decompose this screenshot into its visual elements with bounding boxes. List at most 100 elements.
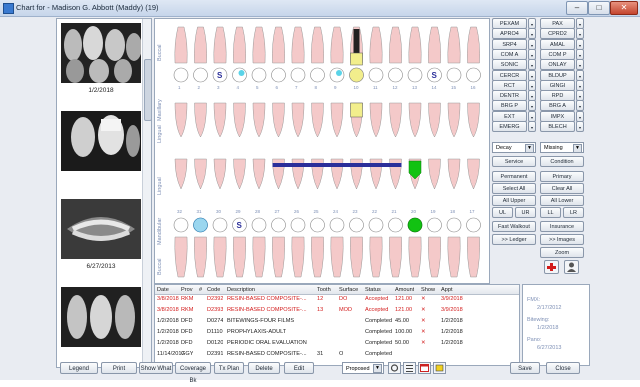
proc-button-blech[interactable]: BLECH	[540, 121, 575, 132]
column-header-prov[interactable]: Prov	[181, 287, 193, 293]
minimize-button[interactable]: –	[566, 1, 588, 15]
tooth-chart[interactable]: 1 32 2 31 3 30 4 29 5 28 6 27 7 26 8 25 9 24 10 23 11 22 12 21 1…	[154, 18, 490, 284]
proc-button-brg-a[interactable]: BRG A	[540, 100, 575, 112]
tooth-number: 4	[237, 85, 240, 90]
xray-image[interactable]	[61, 111, 141, 171]
calendar-icon[interactable]	[418, 362, 431, 374]
condition-button[interactable]: Condition	[540, 156, 584, 167]
cell-code: D0120	[207, 340, 224, 346]
proc-button-srp4[interactable]: SRP4	[492, 38, 527, 50]
column-header-amount[interactable]: Amount	[395, 287, 414, 293]
table-row[interactable]: 1/2/2018 DFD D0274 BITEWINGS-FOUR FILMS Comp…	[155, 317, 519, 326]
proc-button-bldup[interactable]: BLDUP	[540, 69, 575, 81]
edit-button[interactable]: Edit	[284, 362, 314, 374]
column-header-appt[interactable]: Appt	[441, 287, 453, 293]
buccal-top-label: Buccal	[157, 44, 163, 61]
filling-blue-lower	[193, 217, 208, 233]
table-row[interactable]: 1/2/2018 DFD D1110 PROPHYLAXIS-ADULT Complet…	[155, 328, 519, 337]
decay-dropdown[interactable]: Decay ▼	[492, 142, 536, 153]
service-button[interactable]: Service	[492, 156, 536, 167]
fast-walkout-button[interactable]: Fast Walkout	[492, 221, 536, 232]
status-dropdown[interactable]: Proposed ▼	[342, 362, 384, 374]
scroll-thumb[interactable]	[144, 59, 152, 121]
select-all-button[interactable]: Select All	[492, 183, 536, 194]
images-button[interactable]: >> Images	[540, 234, 584, 245]
all-upper-button[interactable]: All Upper	[492, 195, 536, 206]
tooth-number: 32	[177, 209, 183, 214]
maximize-button[interactable]: □	[588, 1, 610, 15]
chevron-down-icon[interactable]: ▾	[528, 69, 536, 81]
table-row[interactable]: 1/2/2018 DFD D0120 PERIODIC ORAL EVALUATION…	[155, 339, 519, 348]
table-row[interactable]: 11/14/2017 GGY D2391 RESIN-BASED COMPOSITE-…	[155, 350, 519, 359]
upper-lingual-tooth	[213, 102, 227, 138]
column-header--[interactable]: #	[199, 287, 202, 293]
chevron-down-icon[interactable]: ▾	[576, 100, 584, 112]
tx-plan-button[interactable]: Tx Plan	[214, 362, 244, 374]
show-what-button[interactable]: Show What	[139, 362, 173, 374]
lower-occlusal-tooth	[368, 217, 384, 233]
xray-image[interactable]	[61, 287, 141, 347]
chevron-down-icon[interactable]: ▾	[528, 28, 536, 40]
proc-button-emerg[interactable]: EMERG	[492, 121, 527, 132]
legend-button[interactable]: Legend	[60, 362, 98, 374]
chevron-down-icon[interactable]: ▾	[576, 121, 584, 132]
list-icon[interactable]	[403, 362, 416, 374]
tooth-number: 29	[236, 209, 242, 214]
lower-tooth-root	[330, 236, 344, 278]
bridge-bar	[272, 163, 402, 167]
chevron-down-icon[interactable]: ▾	[576, 59, 584, 71]
proc-button-onlay[interactable]: ONLAY	[540, 59, 575, 71]
chevron-down-icon[interactable]: ▾	[528, 59, 536, 71]
proc-button-cprd2[interactable]: CPRD2	[540, 28, 575, 40]
proc-button-brg-p[interactable]: BRG P	[492, 100, 527, 112]
add-red-cross-icon[interactable]	[544, 260, 559, 274]
save-button[interactable]: Save	[510, 362, 540, 374]
upper-occlusal-tooth	[271, 67, 286, 83]
column-header-show[interactable]: Show	[421, 287, 435, 293]
proc-button-cercr[interactable]: CERCR	[492, 69, 527, 81]
lr-button[interactable]: LR	[563, 207, 584, 218]
zoom-button[interactable]: Zoom	[540, 247, 584, 258]
table-row[interactable]: 3/8/2018 RKM D2393 RESIN-BASED COMPOSITE-..…	[155, 306, 519, 315]
column-header-tooth[interactable]: Tooth	[317, 287, 331, 293]
thumbnail-scrollbar[interactable]	[142, 19, 152, 367]
proc-button-amal[interactable]: AMAL	[540, 38, 575, 50]
missing-dropdown[interactable]: Missing ▼	[540, 142, 584, 153]
chevron-down-icon[interactable]: ▾	[528, 100, 536, 112]
coverage-button[interactable]: Coverage Bk	[175, 362, 211, 384]
settings-icon[interactable]	[388, 362, 401, 374]
column-header-status[interactable]: Status	[365, 287, 381, 293]
clear-all-button[interactable]: Clear All	[540, 183, 584, 194]
ur-button[interactable]: UR	[515, 207, 536, 218]
proc-button-sonic[interactable]: SONIC	[492, 59, 527, 71]
xray-image[interactable]	[61, 199, 141, 259]
chevron-down-icon[interactable]: ▾	[576, 69, 584, 81]
color-fill-icon[interactable]	[433, 362, 446, 374]
column-header-code[interactable]: Code	[207, 287, 220, 293]
cell-desc: RESIN-BASED COMPOSITE-...	[227, 307, 307, 313]
permanent-button[interactable]: Permanent	[492, 171, 536, 182]
delete-button[interactable]: Delete	[248, 362, 280, 374]
ll-button[interactable]: LL	[540, 207, 561, 218]
close-button[interactable]: Close	[546, 362, 580, 374]
primary-button[interactable]: Primary	[540, 171, 584, 182]
person-icon[interactable]	[564, 260, 579, 274]
ledger-button[interactable]: >> Ledger	[492, 234, 536, 245]
chevron-down-icon[interactable]: ▾	[528, 121, 536, 132]
chevron-down-icon[interactable]: ▾	[576, 28, 584, 40]
column-header-surface[interactable]: Surface	[339, 287, 358, 293]
procedures-table[interactable]: Date Prov # Code Description Tooth Surface Stat…	[154, 284, 520, 366]
chevron-down-icon[interactable]: ▾	[528, 38, 536, 50]
insurance-button[interactable]: Insurance	[540, 221, 584, 232]
proc-button-apro4[interactable]: APRO4	[492, 28, 527, 40]
tooth-chart-graphic[interactable]: 1322313304295286277268259241023112212211…	[155, 19, 489, 283]
chevron-down-icon[interactable]: ▾	[576, 38, 584, 50]
table-row[interactable]: 3/8/2018 RKM D2392 RESIN-BASED COMPOSITE-..…	[155, 295, 519, 304]
close-window-button[interactable]: ✕	[610, 1, 638, 15]
ul-button[interactable]: UL	[492, 207, 513, 218]
column-header-description[interactable]: Description	[227, 287, 255, 293]
column-header-date[interactable]: Date	[157, 287, 169, 293]
xray-image[interactable]	[61, 23, 141, 83]
print-button[interactable]: Print	[101, 362, 137, 374]
all-lower-button[interactable]: All Lower	[540, 195, 584, 206]
